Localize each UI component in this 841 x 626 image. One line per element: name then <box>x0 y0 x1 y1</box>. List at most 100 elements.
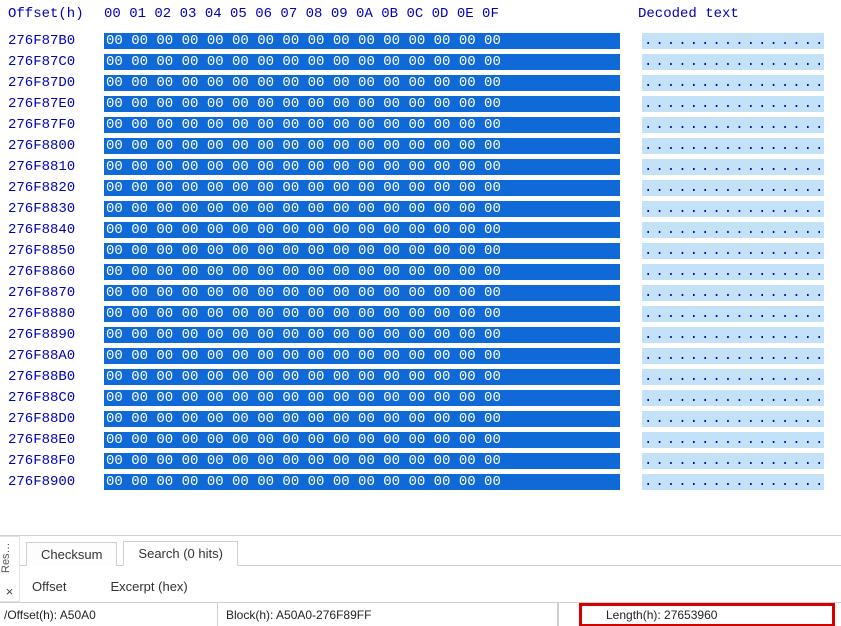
hex-row-decoded[interactable]: ................ <box>642 75 824 91</box>
hex-row-decoded[interactable]: ................ <box>642 327 824 343</box>
hex-row-bytes[interactable]: 00 00 00 00 00 00 00 00 00 00 00 00 00 0… <box>104 474 620 490</box>
tab-checksum[interactable]: Checksum <box>26 542 117 566</box>
hex-row[interactable]: 276F8820 00 00 00 00 00 00 00 00 00 00 00… <box>6 177 841 198</box>
hex-row[interactable]: 276F8840 00 00 00 00 00 00 00 00 00 00 00… <box>6 219 841 240</box>
status-divider <box>558 603 559 626</box>
hex-header-row: Offset(h) 00 01 02 03 04 05 06 07 08 09 … <box>6 4 841 24</box>
hex-row-offset: 276F8830 <box>6 201 98 217</box>
hex-row-offset: 276F8820 <box>6 180 98 196</box>
hex-row[interactable]: 276F8900 00 00 00 00 00 00 00 00 00 00 00… <box>6 471 841 492</box>
hex-row-decoded[interactable]: ................ <box>642 243 824 259</box>
hex-row-decoded[interactable]: ................ <box>642 96 824 112</box>
panel-body: Checksum Search (0 hits) Offset Excerpt … <box>20 536 841 602</box>
hex-row-decoded[interactable]: ................ <box>642 369 824 385</box>
hex-row-decoded[interactable]: ................ <box>642 201 824 217</box>
hex-row-offset: 276F88A0 <box>6 348 98 364</box>
hex-row-decoded[interactable]: ................ <box>642 432 824 448</box>
hex-row-bytes[interactable]: 00 00 00 00 00 00 00 00 00 00 00 00 00 0… <box>104 180 620 196</box>
hex-row-bytes[interactable]: 00 00 00 00 00 00 00 00 00 00 00 00 00 0… <box>104 264 620 280</box>
hex-row[interactable]: 276F87E0 00 00 00 00 00 00 00 00 00 00 00… <box>6 93 841 114</box>
hex-row[interactable]: 276F88C0 00 00 00 00 00 00 00 00 00 00 00… <box>6 387 841 408</box>
hex-row-offset: 276F87E0 <box>6 96 98 112</box>
hex-row-offset: 276F8870 <box>6 285 98 301</box>
hex-row-bytes[interactable]: 00 00 00 00 00 00 00 00 00 00 00 00 00 0… <box>104 138 620 154</box>
hex-row[interactable]: 276F8880 00 00 00 00 00 00 00 00 00 00 00… <box>6 303 841 324</box>
hex-row-decoded[interactable]: ................ <box>642 54 824 70</box>
hex-row-bytes[interactable]: 00 00 00 00 00 00 00 00 00 00 00 00 00 0… <box>104 222 620 238</box>
hex-row[interactable]: 276F87C0 00 00 00 00 00 00 00 00 00 00 00… <box>6 51 841 72</box>
hex-row-bytes[interactable]: 00 00 00 00 00 00 00 00 00 00 00 00 00 0… <box>104 390 620 406</box>
hex-row-decoded[interactable]: ................ <box>642 117 824 133</box>
hex-row[interactable]: 276F886000 00 00 00 00 00 00 00 00 00 00… <box>6 261 841 282</box>
hex-viewer[interactable]: Offset(h) 00 01 02 03 04 05 06 07 08 09 … <box>0 0 841 535</box>
hex-row-offset: 276F87D0 <box>6 75 98 91</box>
hex-row-decoded[interactable]: ................ <box>642 180 824 196</box>
hex-row[interactable]: 276F8850 00 00 00 00 00 00 00 00 00 00 00… <box>6 240 841 261</box>
hex-row-bytes[interactable]: 00 00 00 00 00 00 00 00 00 00 00 00 00 0… <box>104 54 620 70</box>
hex-row[interactable]: 276F8830 00 00 00 00 00 00 00 00 00 00 00… <box>6 198 841 219</box>
hex-row-bytes[interactable]: 00 00 00 00 00 00 00 00 00 00 00 00 00 0… <box>104 327 620 343</box>
hex-row-decoded[interactable]: ................ <box>642 306 824 322</box>
hex-row-offset: 276F8810 <box>6 159 98 175</box>
hex-row[interactable]: 276F87D0 00 00 00 00 00 00 00 00 00 00 00… <box>6 72 841 93</box>
hex-row[interactable]: 276F88B0 00 00 00 00 00 00 00 00 00 00 00… <box>6 366 841 387</box>
hex-row-offset: 276F8850 <box>6 243 98 259</box>
status-length: Length(h): 27653960 <box>579 603 835 626</box>
hex-row-bytes[interactable]: 00 00 00 00 00 00 00 00 00 00 00 00 00 0… <box>104 75 620 91</box>
hex-data-rows[interactable]: 276F87B0 00 00 00 00 00 00 00 00 00 00 00… <box>6 30 841 492</box>
hex-row-offset: 276F8840 <box>6 222 98 238</box>
hex-row[interactable]: 276F88A0 00 00 00 00 00 00 00 00 00 00 00… <box>6 345 841 366</box>
status-block: Block(h): A50A0-276F89FF <box>218 603 558 626</box>
hex-row-bytes[interactable]: 00 00 00 00 00 00 00 00 00 00 00 00 00 0… <box>104 243 620 259</box>
hex-row-offset: 276F8900 <box>6 474 98 490</box>
hex-row-decoded[interactable]: ................ <box>642 390 824 406</box>
search-offset-label: Offset <box>32 579 66 594</box>
hex-row-bytes[interactable]: 00 00 00 00 00 00 00 00 00 00 00 00 00 0… <box>104 201 620 217</box>
hex-row-bytes[interactable]: 00 00 00 00 00 00 00 00 00 00 00 00 00 0… <box>104 432 620 448</box>
hex-row-offset: 276F8880 <box>6 306 98 322</box>
hex-row-bytes[interactable]: 00 00 00 00 00 00 00 00 00 00 00 00 00 0… <box>104 453 620 469</box>
hex-row-offset: 276F8890 <box>6 327 98 343</box>
tab-search[interactable]: Search (0 hits) <box>123 541 238 566</box>
hex-row-bytes[interactable]: 00 00 00 00 00 00 00 00 00 00 00 00 00 0… <box>104 33 620 49</box>
hex-row[interactable]: 276F880000 00 00 00 00 00 00 00 00 00 00… <box>6 135 841 156</box>
hex-row-offset: 276F87C0 <box>6 54 98 70</box>
hex-row-decoded[interactable]: ................ <box>642 159 824 175</box>
hex-row-offset: 276F87B0 <box>6 33 98 49</box>
hex-row-bytes[interactable]: 00 00 00 00 00 00 00 00 00 00 00 00 00 0… <box>104 369 620 385</box>
hex-row-bytes[interactable]: 00 00 00 00 00 00 00 00 00 00 00 00 00 0… <box>104 159 620 175</box>
hex-row-decoded[interactable]: ................ <box>642 453 824 469</box>
hex-row-offset: 276F88B0 <box>6 369 98 385</box>
hex-row[interactable]: 276F88E000 00 00 00 00 00 00 00 00 00 00… <box>6 429 841 450</box>
side-tabs: Res… × <box>0 536 20 602</box>
search-excerpt-label: Excerpt (hex) <box>110 579 187 594</box>
hex-row-decoded[interactable]: ................ <box>642 222 824 238</box>
header-decoded-label: Decoded text <box>614 6 739 22</box>
hex-row-decoded[interactable]: ................ <box>642 474 824 490</box>
hex-row[interactable]: 276F8810 00 00 00 00 00 00 00 00 00 00 00… <box>6 156 841 177</box>
hex-row-decoded[interactable]: ................ <box>642 285 824 301</box>
hex-row-offset: 276F88C0 <box>6 390 98 406</box>
hex-row[interactable]: 276F8870 00 00 00 00 00 00 00 00 00 00 00… <box>6 282 841 303</box>
hex-row-decoded[interactable]: ................ <box>642 411 824 427</box>
status-bar: /Offset(h): A50A0 Block(h): A50A0-276F89… <box>0 602 841 626</box>
hex-row-offset: 276F88D0 <box>6 411 98 427</box>
hex-row-bytes[interactable]: 00 00 00 00 00 00 00 00 00 00 00 00 00 0… <box>104 411 620 427</box>
hex-row-bytes[interactable]: 00 00 00 00 00 00 00 00 00 00 00 00 00 0… <box>104 306 620 322</box>
hex-row-decoded[interactable]: ................ <box>642 33 824 49</box>
hex-row[interactable]: 276F88F000 00 00 00 00 00 00 00 00 00 00… <box>6 450 841 471</box>
hex-row-decoded[interactable]: ................ <box>642 138 824 154</box>
hex-row-bytes[interactable]: 00 00 00 00 00 00 00 00 00 00 00 00 00 0… <box>104 96 620 112</box>
hex-row-decoded[interactable]: ................ <box>642 348 824 364</box>
hex-row-bytes[interactable]: 00 00 00 00 00 00 00 00 00 00 00 00 00 0… <box>104 285 620 301</box>
close-icon[interactable]: × <box>0 578 19 602</box>
hex-row[interactable]: 276F88D0 00 00 00 00 00 00 00 00 00 00 00… <box>6 408 841 429</box>
hex-row-bytes[interactable]: 00 00 00 00 00 00 00 00 00 00 00 00 00 0… <box>104 348 620 364</box>
hex-row[interactable]: 276F8890 00 00 00 00 00 00 00 00 00 00 00… <box>6 324 841 345</box>
side-tab-results[interactable]: Res… <box>0 536 19 578</box>
hex-row-decoded[interactable]: ................ <box>642 264 824 280</box>
hex-row[interactable]: 276F87B0 00 00 00 00 00 00 00 00 00 00 00… <box>6 30 841 51</box>
hex-row[interactable]: 276F87F000 00 00 00 00 00 00 00 00 00 00… <box>6 114 841 135</box>
hex-row-bytes[interactable]: 00 00 00 00 00 00 00 00 00 00 00 00 00 0… <box>104 117 620 133</box>
tab-strip: Checksum Search (0 hits) <box>20 536 841 566</box>
